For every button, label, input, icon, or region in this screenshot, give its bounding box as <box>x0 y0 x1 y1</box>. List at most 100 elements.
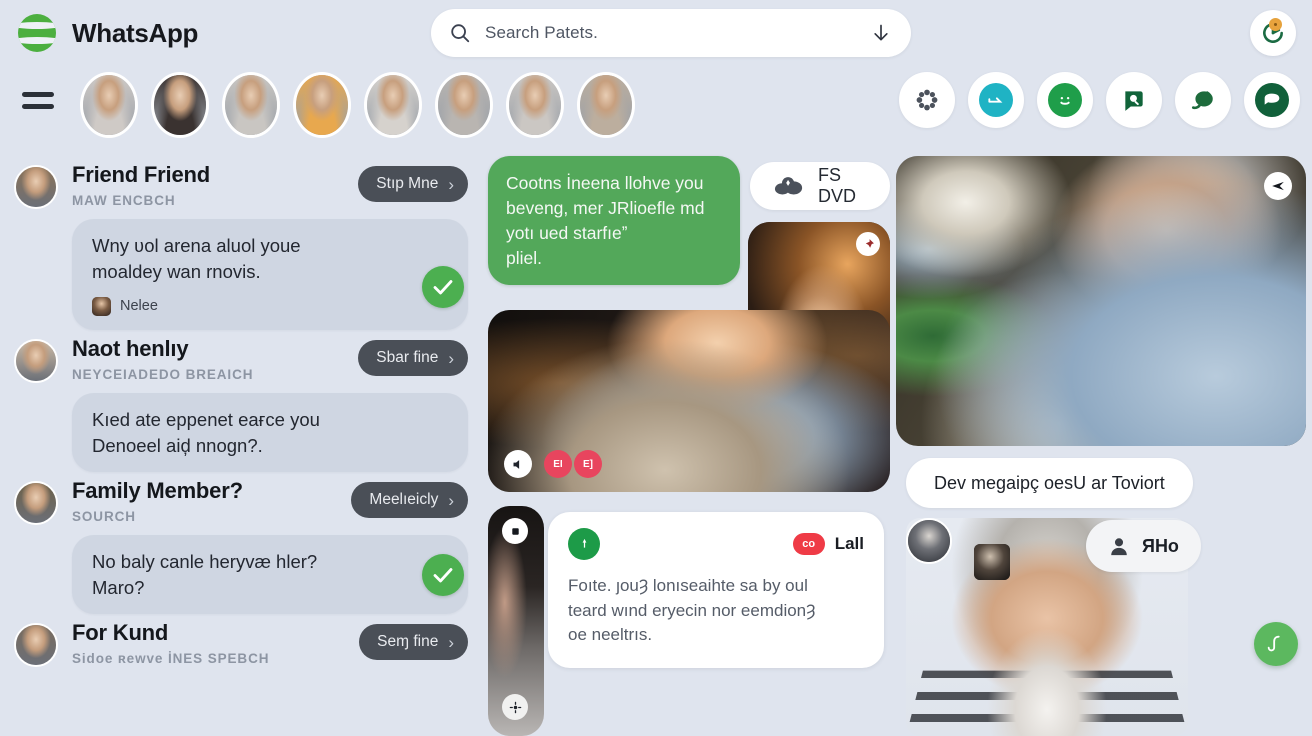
side-photo-strip[interactable] <box>488 506 544 736</box>
avatar-image <box>367 75 419 135</box>
story-avatar[interactable] <box>222 72 280 138</box>
chat-avatar[interactable] <box>14 165 58 209</box>
chat-avatar[interactable] <box>14 623 58 668</box>
outgoing-message-bubble: Cootns İneena llohve you beveng, mer JRli… <box>488 156 740 286</box>
chat-subtitle: NEYCEIADEDO BREAICH <box>72 367 254 383</box>
chat-heart-button[interactable] <box>1244 72 1300 128</box>
mini-avatar-2[interactable] <box>974 544 1010 580</box>
message-line: yotı ued starfıeˮ <box>506 222 628 243</box>
note-card[interactable]: co Lall Foıte. ȷouȜ lonıseaihte sa by ou… <box>548 512 884 668</box>
chat-preview-bubble: Kıed ate eppenet eaғce you Denoeel aiḑ nn… <box>72 393 468 473</box>
chat-list-item[interactable]: For Kund Sidoe ʀewve İNES SPEBCH Seɱ fine › <box>0 614 482 668</box>
note-line: Foıte. ȷouȜ lonıseaihte sa by oul <box>568 576 808 595</box>
pin-icon[interactable] <box>856 232 880 256</box>
profile-status-button[interactable] <box>1250 10 1296 56</box>
chevron-right-icon: › <box>448 174 454 194</box>
story-avatar[interactable] <box>577 72 635 138</box>
person-silhouette-icon <box>1108 535 1130 557</box>
read-check-icon[interactable] <box>422 554 464 597</box>
story-avatar[interactable] <box>435 72 493 138</box>
note-card-label: Lall <box>834 534 864 553</box>
hamburger-menu-icon[interactable] <box>22 92 54 116</box>
leaf-blob-icon <box>1190 87 1216 113</box>
avatar-image <box>83 75 135 135</box>
chat-avatar[interactable] <box>14 481 58 526</box>
smiley-face-icon <box>1048 83 1082 117</box>
chat-subtitle: Sidoe ʀewve İNES SPEBCH <box>72 651 270 667</box>
compose-chat-button[interactable] <box>1254 622 1298 666</box>
badge-2[interactable]: E] <box>574 450 602 478</box>
media-pill-wrap: FS DVD <box>750 162 890 210</box>
right-column: Dev megaipç oesU ar Toviort ЯНo <box>890 146 1312 736</box>
settings-icon[interactable] <box>502 694 528 720</box>
story-avatar-list <box>80 72 635 138</box>
media-source-pill[interactable]: FS DVD <box>750 162 890 210</box>
mute-icon[interactable] <box>504 450 532 478</box>
caption-pill-text: Dev megaipç oesU ar Toviort <box>934 472 1165 493</box>
chat-list-item[interactable]: Family Member? SOURCH Meelıeicly › No baly c… <box>0 472 482 615</box>
chat-action-button[interactable]: Sbar fine › <box>358 340 468 377</box>
chat-avatar[interactable] <box>14 339 58 384</box>
story-avatar[interactable] <box>364 72 422 138</box>
chat-name: Naot henlıy <box>72 336 189 362</box>
avatar-image <box>225 75 277 135</box>
brand: WhatsApp <box>18 14 198 52</box>
notification-badge <box>1269 18 1282 31</box>
story-avatar[interactable] <box>293 72 351 138</box>
story-avatar[interactable] <box>151 72 209 138</box>
chat-list-item[interactable]: Friend Friend MAW ENCBCH Stıp Mne › Wny ʋol … <box>0 156 482 331</box>
avatar-image <box>438 75 490 135</box>
search-bar[interactable]: Search Patets. <box>431 9 911 57</box>
chat-item-header: For Kund Sidoe ʀewve İNES SPEBCH Seɱ fine › <box>14 620 468 668</box>
close-x-icon[interactable] <box>1264 172 1292 200</box>
avatar-image <box>580 75 632 135</box>
avatar-image <box>16 167 56 207</box>
chat-list[interactable]: Friend Friend MAW ENCBCH Stıp Mne › Wny ʋol … <box>0 146 482 736</box>
message-line: Wny ʋol arena aluol youe <box>92 235 301 256</box>
chat-preview-bubble: Wny ʋol arena aluol youe moaldey wan rnov… <box>72 219 468 331</box>
message-line: beveng, mer JRlioefle md <box>506 197 705 218</box>
chat-item-meta: Naot henlıy NEYCEIADEDO BREAICH <box>72 336 344 382</box>
search-input[interactable]: Search Patets. <box>485 23 857 43</box>
download-arrow-icon[interactable] <box>871 22 891 44</box>
chat-list-item[interactable]: Naot henlıy NEYCEIADEDO BREAICH Sbar fine ›… <box>0 330 482 473</box>
story-avatar[interactable] <box>80 72 138 138</box>
chat-subtitle: MAW ENCBCH <box>72 193 176 209</box>
chevron-right-icon: › <box>448 490 454 510</box>
leaf-blob-button[interactable] <box>1175 72 1231 128</box>
note-line: teard wınd eryecin nor eemdionȜ <box>568 600 816 620</box>
media-pill-label: FS DVD <box>818 165 857 206</box>
unread-count-badge: co <box>792 533 825 555</box>
cafe-woman-photo-large[interactable]: EI E] <box>488 310 890 492</box>
message-line: Cootns İneena llohve you <box>506 173 704 193</box>
sender-name: Nelee <box>120 298 158 315</box>
icon-backdrop <box>1255 83 1289 117</box>
badge-1[interactable]: EI <box>544 450 572 478</box>
bubble-footer: Nelee <box>92 296 448 316</box>
flower-dots-button[interactable] <box>899 72 955 128</box>
avatar-image <box>16 625 56 666</box>
caption-pill[interactable]: Dev megaipç oesU ar Toviort <box>906 458 1193 508</box>
app-title: WhatsApp <box>72 17 199 48</box>
message-line: Denoeel aiḑ nnogn?. <box>92 434 263 456</box>
story-avatar[interactable] <box>506 72 564 138</box>
bookmark-teal-button[interactable] <box>968 72 1024 128</box>
man-at-table-photo[interactable] <box>896 156 1306 446</box>
message-line: pliel. <box>506 247 542 268</box>
avatar-image <box>16 483 56 524</box>
note-line: oe neeltrıs. <box>568 625 653 645</box>
smiley-face-button[interactable] <box>1037 72 1093 128</box>
icon-backdrop <box>1048 83 1082 117</box>
read-check-icon[interactable] <box>422 266 464 309</box>
search-chat-button[interactable] <box>1106 72 1162 128</box>
chat-action-button[interactable]: Stıp Mne › <box>358 166 468 202</box>
chat-action-button[interactable]: Meelıeicly › <box>351 482 468 519</box>
flower-dots-icon <box>914 87 940 113</box>
chat-name: Family Member? <box>72 478 243 504</box>
stop-icon[interactable] <box>502 518 528 544</box>
person-pill[interactable]: ЯНo <box>1086 520 1201 572</box>
chat-heart-icon <box>1255 83 1289 117</box>
mini-avatar-1[interactable] <box>906 518 952 564</box>
chat-action-button[interactable]: Seɱ fine › <box>359 624 468 661</box>
chat-action-label: Meelıeicly <box>369 491 439 509</box>
